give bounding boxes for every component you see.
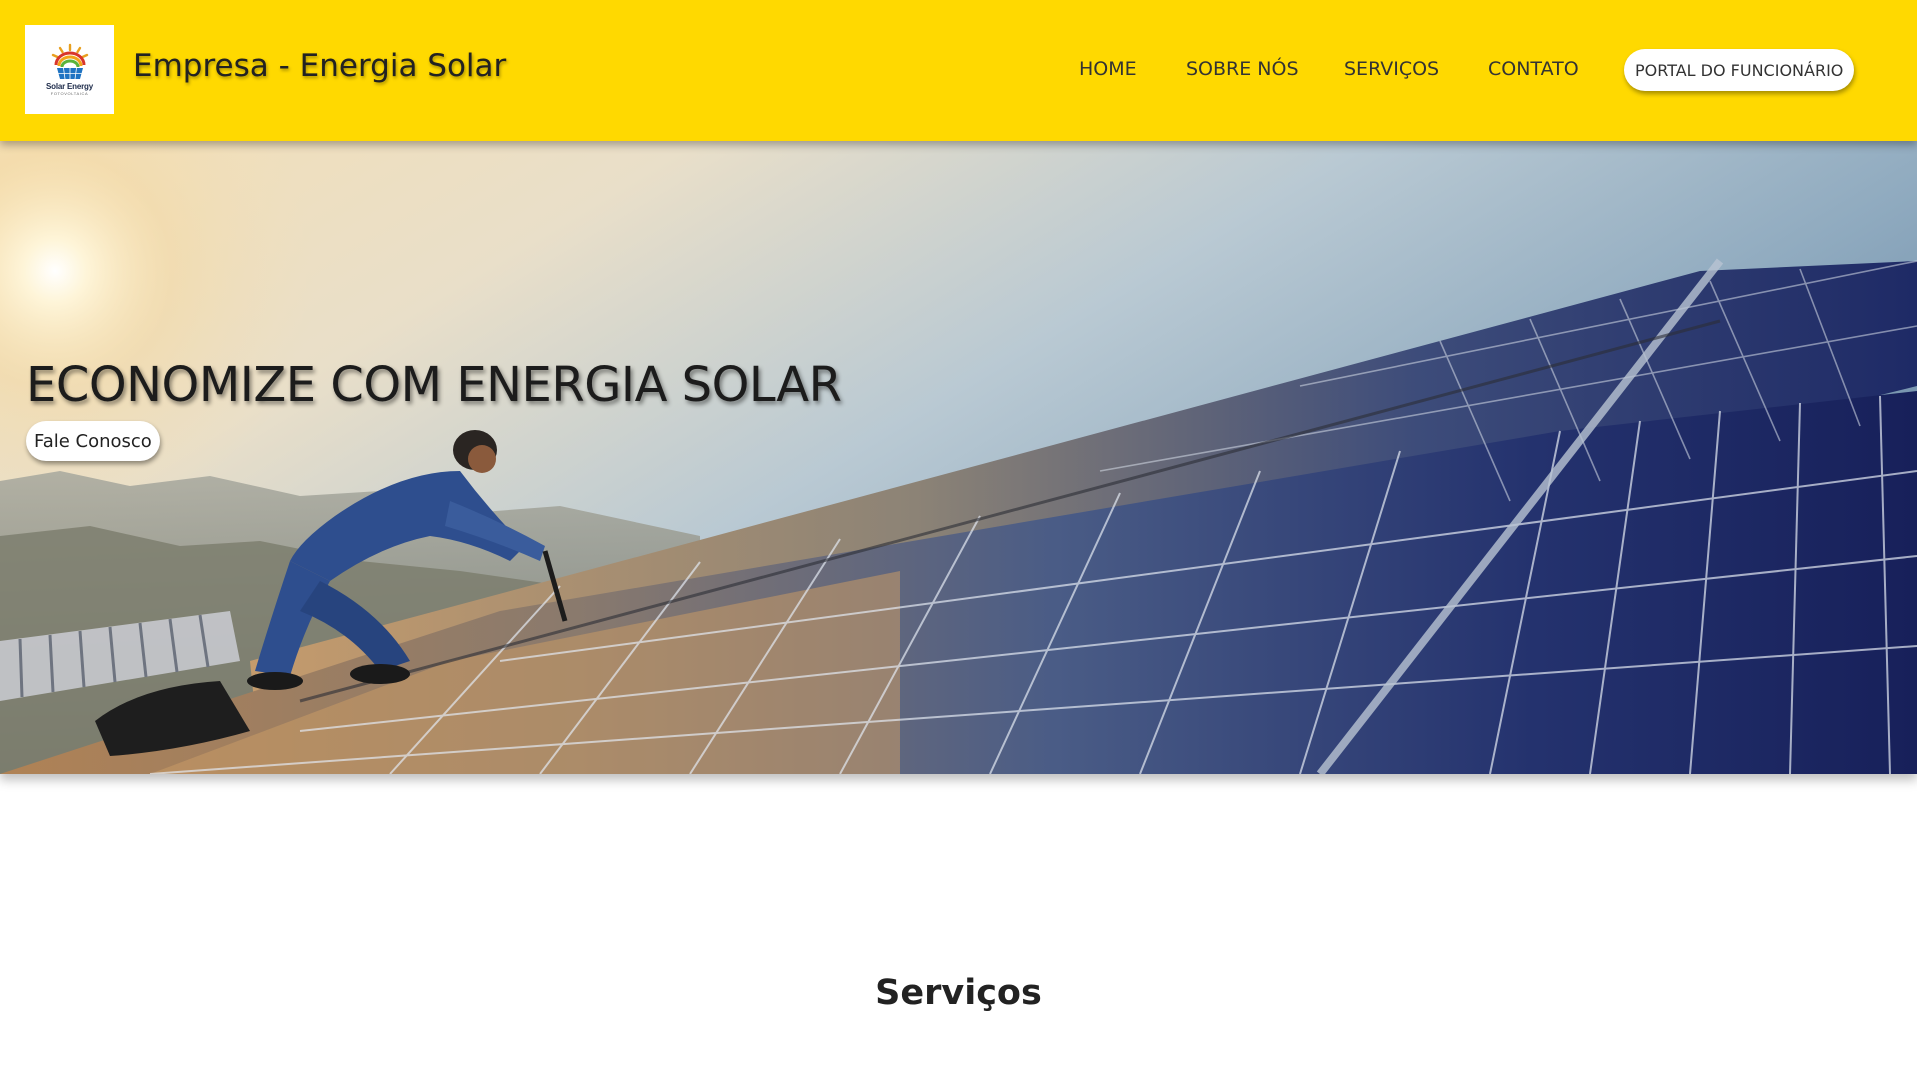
portal-funcionario-button[interactable]: PORTAL DO FUNCIONÁRIO — [1624, 49, 1855, 91]
main-nav: HOME SOBRE NÓS SERVIÇOS CONTATO PORTAL D… — [0, 0, 1917, 141]
hero-title: ECONOMIZE COM ENERGIA SOLAR — [26, 357, 842, 413]
nav-contato-link[interactable]: CONTATO — [1488, 58, 1579, 80]
hero-solar-panel-image — [0, 141, 1917, 774]
fale-conosco-button[interactable]: Fale Conosco — [26, 421, 160, 461]
nav-sobre-link[interactable]: SOBRE NÓS — [1186, 58, 1299, 80]
services-heading: Serviços — [875, 973, 1042, 1013]
site-header: Solar Energy FOTOVOLTAICA Empresa - Ener… — [0, 0, 1917, 141]
nav-servicos-link[interactable]: SERVIÇOS — [1344, 58, 1439, 80]
page: Solar Energy FOTOVOLTAICA Empresa - Ener… — [0, 0, 1917, 1079]
hero-banner: ECONOMIZE COM ENERGIA SOLAR Fale Conosco — [0, 141, 1917, 774]
nav-home-link[interactable]: HOME — [1079, 58, 1137, 80]
